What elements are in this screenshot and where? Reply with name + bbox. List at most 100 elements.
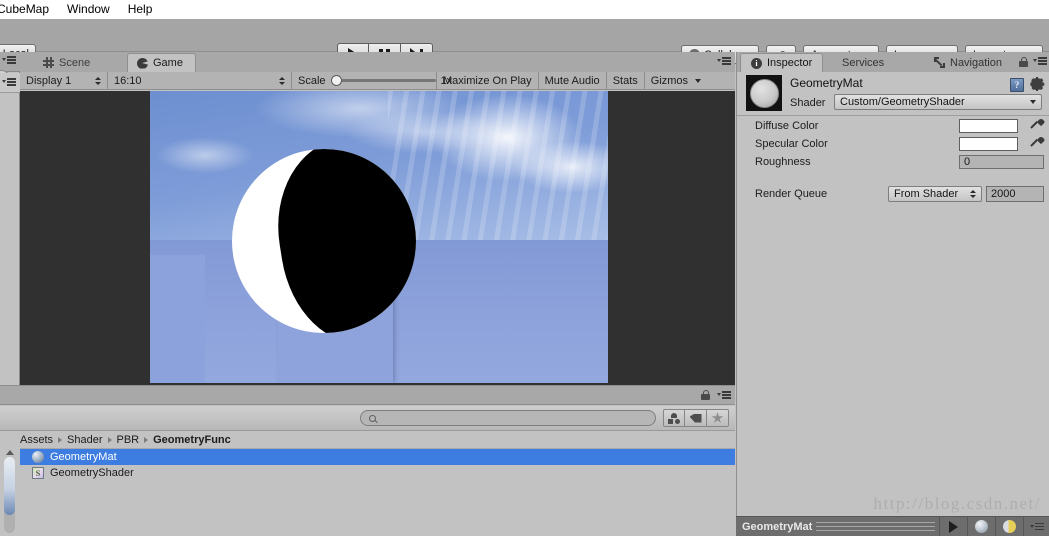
preview-lighting-button[interactable] [995, 517, 1023, 536]
material-preview-thumbnail [746, 75, 782, 111]
preview-drag-handle[interactable] [816, 522, 939, 531]
lock-icon[interactable] [1019, 57, 1028, 67]
help-icon[interactable]: ? [1010, 78, 1024, 92]
updown-arrows-icon [279, 76, 285, 85]
breadcrumb-item-geometryfunc[interactable]: GeometryFunc [153, 434, 231, 446]
scene-icon [43, 57, 54, 68]
breadcrumb: Assets Shader PBR GeometryFunc [20, 432, 735, 449]
tab-services-label: Services [842, 56, 885, 69]
maximize-on-play-toggle[interactable]: Maximize On Play [437, 72, 539, 89]
scale-slider-handle[interactable] [330, 75, 342, 86]
info-icon: i [751, 57, 762, 69]
menu-bar: CubeMap Window Help [0, 0, 1049, 19]
preview-mesh-button[interactable] [967, 517, 995, 536]
filter-by-label-button[interactable] [685, 409, 707, 427]
material-header: GeometryMat Shader Custom/GeometryShader… [737, 72, 1049, 116]
specular-color-swatch[interactable] [959, 137, 1018, 151]
menu-item-help[interactable]: Help [119, 0, 162, 19]
search-input[interactable] [380, 412, 647, 424]
tab-navigation-label: Navigation [950, 56, 1002, 69]
material-name: GeometryMat [790, 76, 863, 90]
inspector-options-menu-icon[interactable] [1033, 57, 1047, 65]
roughness-input[interactable]: 0 [959, 155, 1044, 169]
sphere-icon [975, 520, 988, 533]
inspector-panel: i Inspector Services Navigation Geometry… [736, 52, 1049, 536]
tab-inspector[interactable]: i Inspector [740, 53, 824, 72]
clipped-panel-tabstrip [0, 52, 20, 72]
panel-options-menu-icon[interactable] [2, 78, 16, 86]
eyedropper-icon[interactable] [1030, 117, 1046, 133]
list-item[interactable]: S GeometryShader [20, 465, 735, 481]
project-scrollbar[interactable] [4, 449, 16, 536]
scrollbar-track[interactable] [4, 457, 15, 533]
render-queue-dropdown[interactable]: From Shader [888, 186, 982, 202]
filter-by-type-button[interactable] [663, 409, 685, 427]
tab-scene-label: Scene [59, 56, 91, 69]
tab-services[interactable]: Services [832, 53, 894, 72]
tab-navigation[interactable]: Navigation [924, 53, 1012, 72]
render-queue-label: Render Queue [755, 188, 828, 200]
list-item[interactable]: GeometryMat [20, 449, 735, 465]
play-icon [949, 520, 958, 533]
chevron-right-icon [107, 437, 112, 443]
menu-item-window[interactable]: Window [58, 0, 119, 19]
shader-icon: S [32, 467, 44, 479]
gear-icon[interactable] [1029, 77, 1044, 91]
shader-field-label: Shader [790, 97, 826, 109]
scale-slider[interactable] [330, 75, 436, 86]
menu-item-cubemap[interactable]: CubeMap [0, 0, 58, 19]
display-dropdown[interactable]: Display 1 [20, 72, 108, 89]
game-panel-options-menu-icon[interactable] [717, 57, 731, 65]
material-icon [32, 451, 44, 463]
preview-animate-button[interactable] [939, 517, 967, 536]
scroll-up-arrow-icon[interactable] [6, 450, 14, 455]
tag-icon [689, 413, 702, 423]
project-panel-options-menu-icon[interactable] [717, 391, 731, 399]
property-label: Diffuse Color [755, 120, 819, 132]
gizmos-dropdown-arrow[interactable] [691, 72, 705, 89]
diffuse-color-swatch[interactable] [959, 119, 1018, 133]
sphere-shadow-half [264, 149, 416, 334]
mute-audio-toggle[interactable]: Mute Audio [539, 72, 607, 89]
gizmos-dropdown[interactable]: Gizmos [645, 72, 691, 89]
lighting-icon [1003, 520, 1016, 533]
breadcrumb-item-assets[interactable]: Assets [20, 434, 53, 446]
tab-game[interactable]: Game [127, 53, 196, 72]
stats-label: Stats [612, 74, 638, 87]
breadcrumb-item-pbr[interactable]: PBR [117, 434, 140, 446]
game-icon [137, 57, 148, 69]
render-queue-value[interactable]: 2000 [986, 186, 1044, 202]
preview-options-menu-button[interactable] [1023, 517, 1049, 536]
game-panel: Scene Game Display 1 16:10 Scale 1x Maxi… [20, 52, 735, 385]
updown-arrows-icon [970, 190, 976, 198]
game-view-toolbar: Display 1 16:10 Scale 1x Maximize On Pla… [20, 72, 735, 90]
project-panel: Assets Shader PBR GeometryFunc GeometryM… [0, 385, 735, 536]
eyedropper-icon[interactable] [1030, 135, 1046, 151]
search-box[interactable] [360, 410, 656, 426]
game-render [150, 91, 608, 383]
asset-name: GeometryMat [50, 451, 117, 463]
tab-scene[interactable]: Scene [34, 53, 102, 72]
property-roughness: Roughness 0 [737, 153, 1049, 171]
clipped-left-panel [0, 52, 20, 385]
main-toolbar: Local Collab [0, 19, 1049, 67]
clipped-panel-row [0, 73, 20, 93]
shader-dropdown[interactable]: Custom/GeometryShader [834, 94, 1042, 110]
breadcrumb-item-shader[interactable]: Shader [67, 434, 102, 446]
preview-title: GeometryMat [742, 520, 813, 533]
preview-options-menu-icon [1029, 522, 1044, 531]
scrollbar-thumb[interactable] [4, 457, 15, 515]
chevron-down-icon [695, 78, 702, 83]
lock-icon[interactable] [701, 390, 710, 400]
property-label: Specular Color [755, 138, 828, 150]
aspect-ratio-label: 16:10 [114, 74, 142, 87]
favorites-button[interactable] [707, 409, 729, 427]
aspect-ratio-dropdown[interactable]: 16:10 [108, 72, 292, 89]
game-view-render-area[interactable] [20, 91, 735, 385]
stats-toggle[interactable]: Stats [607, 72, 645, 89]
navigation-icon [933, 57, 945, 68]
asset-name: GeometryShader [50, 467, 134, 479]
scale-slider-group[interactable]: Scale 1x [292, 72, 452, 89]
panel-options-menu-icon[interactable] [2, 56, 16, 64]
shader-dropdown-value: Custom/GeometryShader [840, 96, 965, 108]
